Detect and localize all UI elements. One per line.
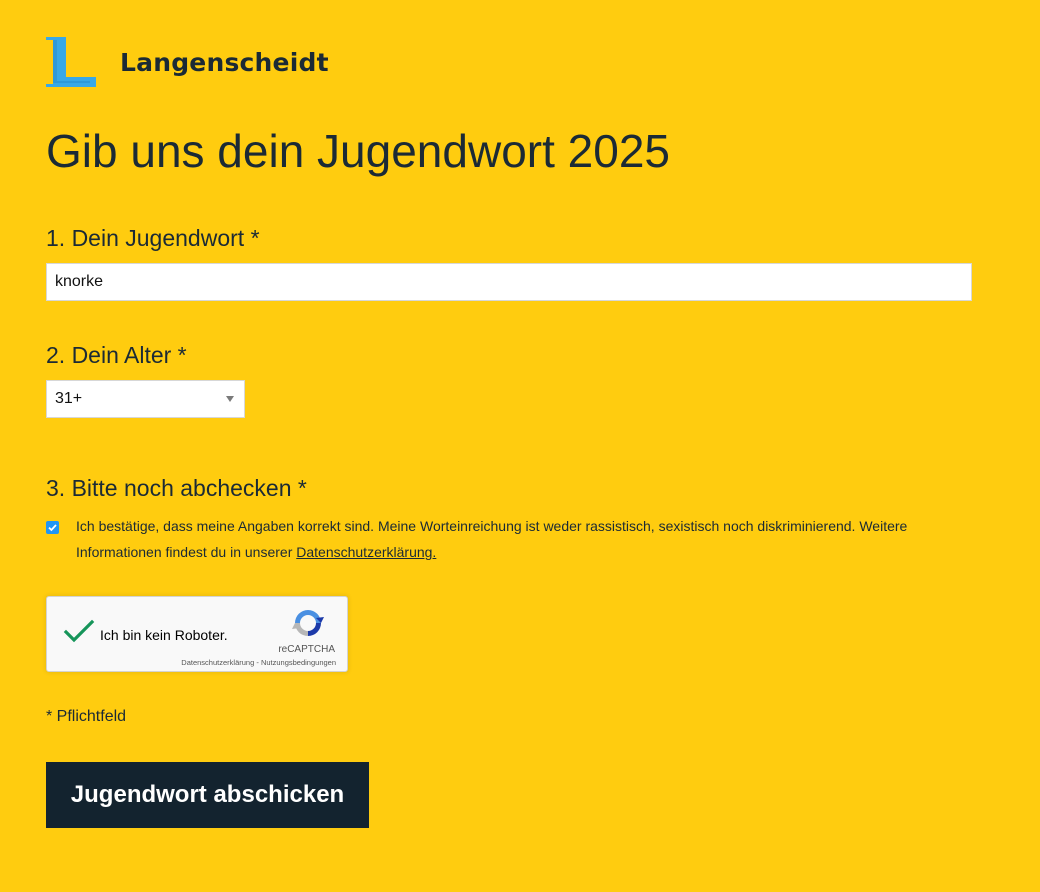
- recaptcha-privacy-link[interactable]: Datenschutzerklärung: [181, 658, 254, 667]
- age-selected-value: 31+: [55, 390, 83, 407]
- header: Langenscheidt: [46, 36, 329, 88]
- consent-row: Ich bestätige, dass meine Angaben korrek…: [46, 513, 946, 565]
- checkmark-icon: [48, 524, 57, 532]
- page-title: Gib uns dein Jugendwort 2025: [46, 125, 670, 177]
- age-select[interactable]: 31+: [46, 380, 245, 418]
- consent-statement: Ich bestätige, dass meine Angaben korrek…: [76, 518, 908, 560]
- submit-button[interactable]: Jugendwort abschicken: [46, 762, 369, 828]
- recaptcha-icon: [292, 610, 324, 636]
- recaptcha-label: Ich bin kein Roboter.: [100, 627, 228, 643]
- green-check-icon[interactable]: [63, 619, 95, 645]
- recaptcha-brand: reCAPTCHA: [278, 644, 335, 655]
- jugendwort-input[interactable]: [46, 263, 972, 301]
- consent-checkbox[interactable]: [46, 521, 59, 534]
- age-question-label: 2. Dein Alter *: [46, 342, 187, 368]
- consent-text: Ich bestätige, dass meine Angaben korrek…: [76, 513, 946, 565]
- consent-question-label: 3. Bitte noch abchecken *: [46, 475, 307, 501]
- brand-name[interactable]: Langenscheidt: [120, 48, 329, 77]
- langenscheidt-logo-icon[interactable]: [46, 37, 96, 87]
- word-question-label: 1. Dein Jugendwort *: [46, 225, 260, 251]
- recaptcha-separator: -: [254, 658, 261, 667]
- required-field-note: * Pflichtfeld: [46, 708, 127, 725]
- recaptcha-widget: Ich bin kein Roboter. reCAPTCHA Datensch…: [46, 596, 348, 672]
- recaptcha-links: Datenschutzerklärung - Nutzungsbedingung…: [181, 658, 336, 667]
- chevron-down-icon: [226, 396, 234, 402]
- recaptcha-terms-link[interactable]: Nutzungsbedingungen: [261, 658, 336, 667]
- privacy-policy-link[interactable]: Datenschutzerklärung.: [296, 544, 436, 560]
